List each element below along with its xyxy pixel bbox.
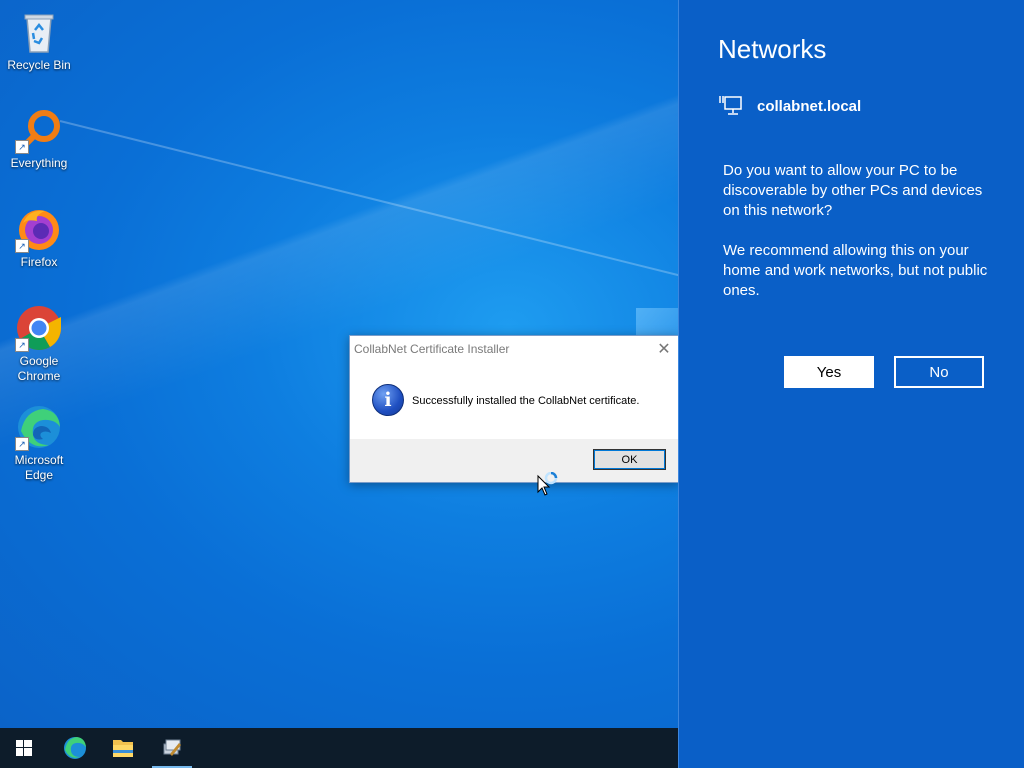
desktop-icon-edge[interactable]: ↗ Microsoft Edge (4, 403, 74, 483)
shortcut-arrow-icon: ↗ (15, 338, 29, 352)
taskbar-certificate-installer-button[interactable] (148, 728, 196, 768)
network-name: collabnet.local (757, 98, 862, 115)
desktop-icon-label: Microsoft Edge (14, 453, 64, 482)
edge-icon: ↗ (15, 403, 63, 451)
taskbar-edge-button[interactable] (50, 728, 98, 768)
networks-flyout: Networks collabnet.local Do you want to … (678, 0, 1024, 768)
certificate-installer-dialog: CollabNet Certificate Installer ✕ i Succ… (349, 335, 679, 483)
desktop-icon-label: Firefox (20, 255, 58, 269)
taskbar (0, 728, 678, 768)
dialog-footer: OK (350, 439, 678, 482)
close-icon[interactable]: ✕ (656, 339, 672, 359)
dialog-message: Successfully installed the CollabNet cer… (412, 395, 640, 407)
everything-search-icon: ↗ (15, 106, 63, 154)
wired-network-icon (719, 96, 742, 115)
dialog-title: CollabNet Certificate Installer (354, 342, 510, 356)
no-button[interactable]: No (894, 356, 984, 388)
shortcut-arrow-icon: ↗ (15, 140, 29, 154)
firefox-icon: ↗ (15, 205, 63, 253)
recycle-bin-icon (15, 8, 63, 56)
file-explorer-icon (113, 740, 133, 757)
wallpaper-light-beam (59, 120, 678, 340)
discoverable-question: Do you want to allow your PC to be disco… (723, 162, 983, 219)
desktop-icon-label: Everything (10, 156, 68, 170)
desktop-icon-label: Recycle Bin (7, 58, 71, 72)
certificate-installer-icon (163, 739, 181, 756)
chrome-icon: ↗ (15, 304, 63, 352)
desktop-icon-firefox[interactable]: ↗ Firefox (4, 205, 74, 270)
dialog-body: i Successfully installed the CollabNet c… (350, 362, 678, 438)
flyout-title: Networks (718, 34, 827, 64)
start-button[interactable] (0, 728, 48, 768)
yes-button[interactable]: Yes (784, 356, 874, 388)
desktop-icon-chrome[interactable]: ↗ Google Chrome (4, 304, 74, 384)
recommendation-text: We recommend allowing this on your home … (723, 242, 988, 299)
dialog-titlebar[interactable]: CollabNet Certificate Installer ✕ (350, 336, 678, 362)
busy-cursor-icon (536, 471, 560, 500)
desktop-icon-label: Google Chrome (17, 354, 61, 383)
windows-start-icon (16, 740, 32, 756)
taskbar-file-explorer-button[interactable] (99, 728, 147, 768)
shortcut-arrow-icon: ↗ (15, 239, 29, 253)
desktop-icon-everything[interactable]: ↗ Everything (4, 106, 74, 171)
info-icon: i (372, 384, 404, 416)
desktop-icon-recycle-bin[interactable]: Recycle Bin (4, 8, 74, 73)
shortcut-arrow-icon: ↗ (15, 437, 29, 451)
ok-button[interactable]: OK (593, 449, 666, 470)
edge-icon (64, 737, 86, 759)
